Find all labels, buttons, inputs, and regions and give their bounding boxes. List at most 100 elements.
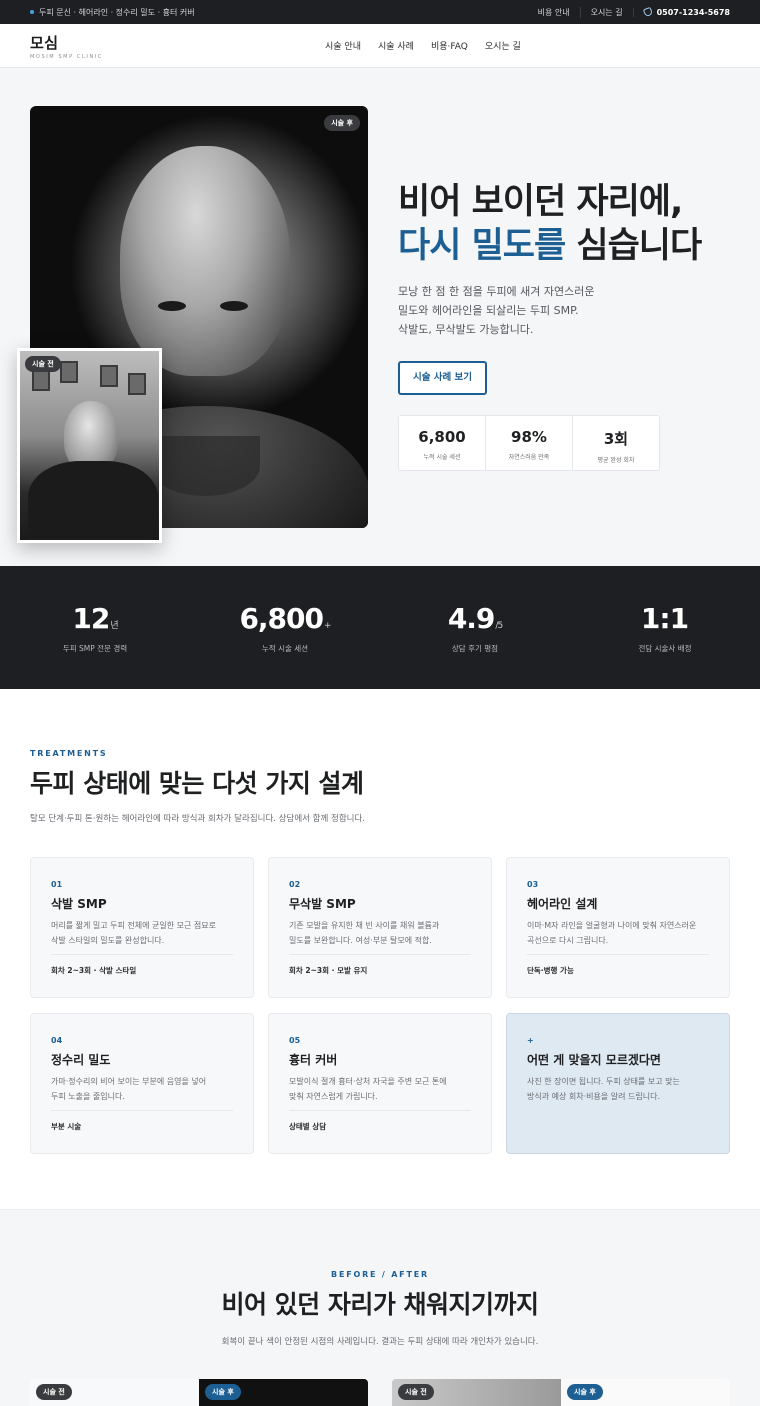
stat-unit: /5 — [495, 621, 503, 631]
card-text: 이마·M자 라인을 얼굴형과 나이에 맞춰 자연스러운곡선으로 다시 그립니다. — [527, 918, 709, 948]
nav-item-location[interactable]: 오시는 길 — [485, 39, 521, 52]
stat-value: 4.9/5 — [380, 602, 570, 635]
consult-card[interactable]: + 어떤 게 맞을지 모르겠다면 사진 한 장이면 됩니다. 두피 상태를 보고… — [506, 1013, 730, 1154]
hero-desc-line: 밀도와 헤어라인을 되살리는 두피 SMP. — [398, 304, 579, 317]
card-text-line: 사진 한 장이면 됩니다. 두피 상태를 보고 맞는 — [527, 1077, 680, 1086]
mini-stat-label: 누적 시술 세션 — [423, 454, 461, 461]
photo-eye-right — [220, 301, 248, 311]
stat-item: 4.9/5 상담 후기 평점 — [380, 566, 570, 689]
before-badge: 시술 전 — [25, 356, 61, 372]
top-link-pricing[interactable]: 비용 안내 — [528, 7, 580, 18]
top-note: 두피 문신 · 헤어라인 · 정수리 밀도 · 흉터 커버 — [30, 7, 195, 18]
phone-number: 0507-1234-5678 — [656, 7, 730, 17]
hero-title-accent: 다시 밀도를 — [398, 226, 566, 266]
card-text: 사진 한 장이면 됩니다. 두피 상태를 보고 맞는방식과 예상 회차·비용을 … — [527, 1074, 709, 1104]
card-footer: 부분 시술 — [51, 1110, 233, 1132]
card-text-line: 머리를 짧게 밀고 두피 전체에 균일한 모근 점묘로 — [51, 921, 216, 930]
treatments-title: 두피 상태에 맞는 다섯 가지 설계 — [30, 769, 364, 798]
treatment-card[interactable]: 01 삭발 SMP 머리를 짧게 밀고 두피 전체에 균일한 모근 점묘로 삭발 … — [30, 857, 254, 998]
mini-stat-value: 98% — [511, 428, 547, 446]
before-after-section: BEFORE / AFTER 비어 있던 자리가 채워지기까지 회복이 끝나 색… — [0, 1210, 760, 1406]
card-number: 04 — [51, 1036, 63, 1045]
card-text-line: 기존 모발을 유지한 채 빈 사이를 채워 볼륨과 — [289, 921, 440, 930]
treatment-card[interactable]: 05 흉터 커버 모발이식 절개 흉터·상처 자국을 주변 모근 톤에 맞춰 자연… — [268, 1013, 492, 1154]
case-card[interactable]: 시술 전 시술 후 — [30, 1379, 368, 1406]
card-text-line: 삭발 스타일의 밀도를 완성합니다. — [51, 936, 165, 945]
logo-name: 모심 — [30, 33, 59, 52]
stat-number: 1:1 — [640, 602, 689, 635]
hero-description: 모낭 한 점 한 점을 두피에 새겨 자연스러운 밀도와 헤어라인을 되살리는 … — [398, 282, 701, 339]
treatments-description: 탈모 단계·두피 톤·원하는 헤어라인에 따라 방식과 회차가 달라집니다. 상… — [30, 814, 365, 824]
card-number: 03 — [527, 880, 539, 889]
mini-stat: 98% 자연스러움 만족 — [485, 416, 572, 470]
card-number: 02 — [289, 880, 301, 889]
photo-eye-left — [158, 301, 186, 311]
case-card[interactable]: 시술 전 시술 후 — [392, 1379, 730, 1406]
treatment-card[interactable]: 03 헤어라인 설계 이마·M자 라인을 얼굴형과 나이에 맞춰 자연스러운 곡선… — [506, 857, 730, 998]
hero-text: 비어 보이던 자리에, 다시 밀도를 심습니다 모낭 한 점 한 점을 두피에 … — [398, 180, 702, 471]
case-before-badge: 시술 전 — [398, 1384, 434, 1400]
top-phone[interactable]: 0507-1234-5678 — [632, 6, 730, 18]
hero-mini-stats: 6,800 누적 시술 세션 98% 자연스러움 만족 3회 평균 완성 회차 — [398, 415, 660, 471]
hero-title: 비어 보이던 자리에, 다시 밀도를 심습니다 — [398, 180, 702, 268]
stat-number: 4.9 — [447, 602, 496, 635]
mini-stat-value: 3회 — [603, 430, 629, 448]
top-link-location[interactable]: 오시는 길 — [579, 6, 633, 18]
card-text: 모발이식 절개 흉터·상처 자국을 주변 모근 톤에맞춰 자연스럽게 가립니다. — [289, 1074, 471, 1104]
stat-value: 6,800+ — [190, 602, 380, 635]
stat-unit: 년 — [110, 621, 118, 631]
stats-band: 12년 두피 SMP 전문 경력 6,800+ 누적 시술 세션 4.9/5 상… — [0, 566, 760, 689]
card-text-line: 밀도를 보완합니다. 여성·부분 탈모에 적합. — [289, 936, 432, 945]
top-links: 비용 안내 오시는 길 0507-1234-5678 — [528, 6, 730, 18]
hero-desc-line: 삭발도, 무삭발도 가능합니다. — [398, 323, 534, 336]
wall-frame — [128, 373, 146, 395]
nav-item-pricing-faq[interactable]: 비용·FAQ — [431, 39, 468, 52]
stat-label: 두피 SMP 전문 경력 — [62, 644, 128, 653]
top-bar: 두피 문신 · 헤어라인 · 정수리 밀도 · 흉터 커버 비용 안내 오시는 … — [0, 0, 760, 24]
mini-stat-value: 6,800 — [418, 428, 466, 446]
treatment-cards: 01 삭발 SMP 머리를 짧게 밀고 두피 전체에 균일한 모근 점묘로 삭발 … — [30, 857, 730, 1154]
card-text: 기존 모발을 유지한 채 빈 사이를 채워 볼륨과밀도를 보완합니다. 여성·부… — [289, 918, 471, 948]
card-title: 삭발 SMP — [51, 897, 107, 911]
card-text-line: 두피 노출을 줄입니다. — [51, 1092, 125, 1101]
logo[interactable]: 모심 MOSIM SMP CLINIC — [30, 32, 103, 60]
wall-frame — [100, 365, 118, 387]
top-note-text: 두피 문신 · 헤어라인 · 정수리 밀도 · 흉터 커버 — [39, 7, 195, 17]
wall-frame — [32, 369, 50, 391]
card-text-line: 이마·M자 라인을 얼굴형과 나이에 맞춰 자연스러운 — [527, 921, 697, 930]
card-text-line: 모발이식 절개 흉터·상처 자국을 주변 모근 톤에 — [289, 1077, 447, 1086]
card-title: 어떤 게 맞을지 모르겠다면 — [527, 1053, 661, 1067]
card-title: 정수리 밀도 — [51, 1053, 111, 1067]
card-footer: 상태별 상담 — [289, 1110, 471, 1132]
hero-title-line1: 비어 보이던 자리에, — [398, 182, 683, 222]
treatments-section: TREATMENTS 두피 상태에 맞는 다섯 가지 설계 탈모 단계·두피 톤… — [0, 689, 760, 1210]
mini-stat: 3회 평균 완성 회차 — [572, 416, 659, 470]
card-text-line: 방식과 예상 회차·비용을 알려 드립니다. — [527, 1092, 661, 1101]
treatment-card[interactable]: 04 정수리 밀도 가마·정수리의 비어 보이는 부분에 음영을 넣어두피 노출… — [30, 1013, 254, 1154]
plus-icon: + — [527, 1036, 534, 1045]
card-footer: 회차 2~3회 · 삭발 스타일 — [51, 954, 233, 976]
case-after-badge: 시술 후 — [567, 1384, 603, 1400]
card-text-line: 곡선으로 다시 그립니다. — [527, 936, 609, 945]
card-title: 흉터 커버 — [289, 1053, 338, 1067]
nav-item-treatments[interactable]: 시술 안내 — [325, 39, 361, 52]
photo-head — [120, 146, 290, 376]
after-badge: 시술 후 — [324, 115, 360, 131]
stat-label: 상담 후기 평점 — [451, 644, 499, 653]
nav-item-cases[interactable]: 시술 사례 — [378, 39, 414, 52]
stat-value: 1:1 — [570, 602, 760, 635]
case-before-badge: 시술 전 — [36, 1384, 72, 1400]
stat-number: 6,800 — [239, 602, 324, 635]
treatment-card[interactable]: 02 무삭발 SMP 기존 모발을 유지한 채 빈 사이를 채워 볼륨과 밀도를 … — [268, 857, 492, 998]
stat-value: 12년 — [0, 602, 190, 635]
card-footer: 단독·병행 가능 — [527, 954, 709, 976]
treatments-eyebrow: TREATMENTS — [30, 749, 108, 758]
stat-item: 6,800+ 누적 시술 세션 — [190, 566, 380, 689]
stat-item: 1:1 전담 시술사 배정 — [570, 566, 760, 689]
view-cases-button[interactable]: 시술 사례 보기 — [398, 361, 487, 395]
card-text: 가마·정수리의 비어 보이는 부분에 음영을 넣어두피 노출을 줄입니다. — [51, 1074, 233, 1104]
photo-beard — [150, 436, 260, 496]
main-nav: 시술 안내 시술 사례 비용·FAQ 오시는 길 — [325, 39, 521, 52]
card-text-line: 맞춰 자연스럽게 가립니다. — [289, 1092, 378, 1101]
card-text-line: 가마·정수리의 비어 보이는 부분에 음영을 넣어 — [51, 1077, 207, 1086]
